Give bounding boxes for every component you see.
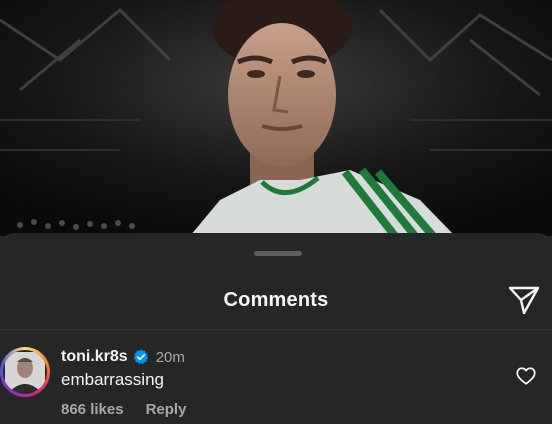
avatar-image [3,350,47,394]
avatar-portrait [5,352,45,392]
comment-header: toni.kr8s 20m [61,346,185,368]
player-photo [0,0,552,236]
post-photo [0,0,552,236]
likes-count[interactable]: 866 likes [61,401,124,418]
comments-sheet: Comments toni.kr8s 20m embarrassing 866 … [0,233,552,424]
like-button[interactable] [515,365,537,387]
comment-item: toni.kr8s 20m embarrassing 866 likes Rep… [0,343,552,423]
reply-button[interactable]: Reply [146,401,187,418]
comment-timestamp: 20m [155,348,185,366]
comment-actions: 866 likes Reply [61,401,186,418]
sheet-title: Comments [223,289,329,311]
comment-username[interactable]: toni.kr8s [61,348,128,366]
header-divider [0,329,552,330]
paper-plane-icon [508,286,540,315]
sheet-grabber[interactable] [254,251,302,256]
avatar[interactable] [0,347,50,397]
heart-outline-icon [516,367,536,385]
comment-text: embarrassing [61,370,164,389]
share-button[interactable] [505,283,543,317]
verified-badge-icon [133,349,149,365]
